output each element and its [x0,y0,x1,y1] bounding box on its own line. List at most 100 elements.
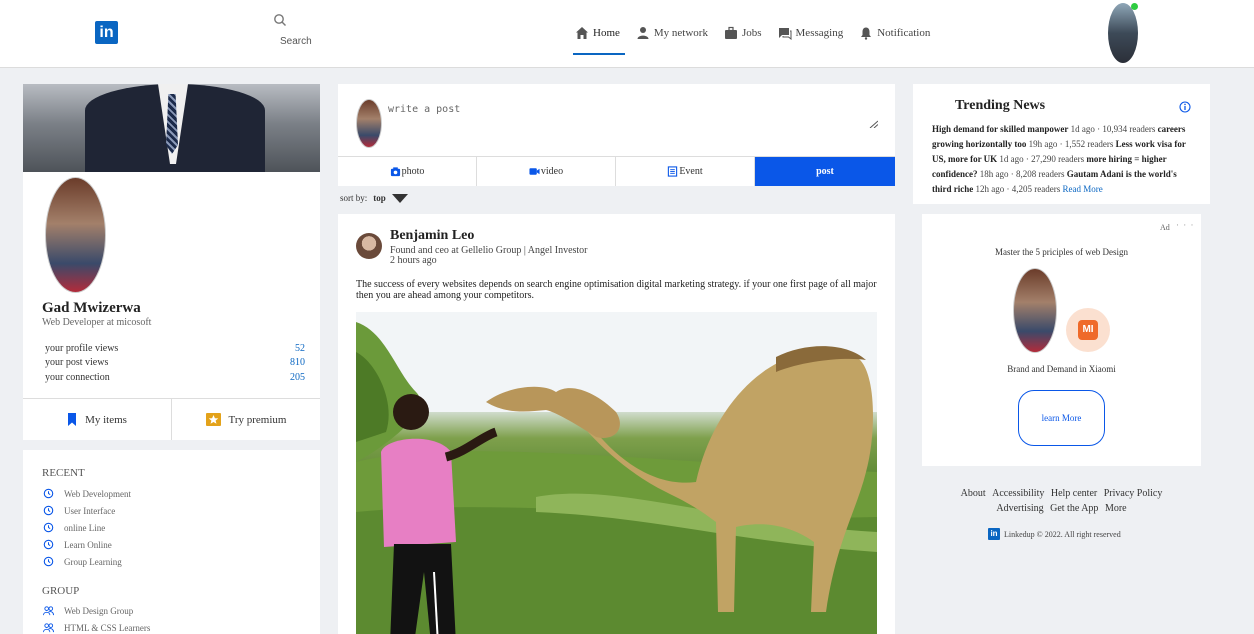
more-options-icon[interactable]: · · · [1176,220,1195,230]
footer-link-privacy-policy[interactable]: Privacy Policy [1104,488,1163,499]
copyright-text: Linkedup © 2022. All right reserved [1004,529,1121,539]
calendar-icon [668,166,678,177]
recent-item-label: online Line [64,522,106,533]
news-meta: 19h ago · 1,552 readers [1028,139,1114,149]
stat-connections[interactable]: your connection 205 [45,372,305,383]
profile-name[interactable]: Gad Mwizerwa [42,300,141,317]
stat-post-views[interactable]: your post views 810 [45,357,305,368]
profile-avatar[interactable] [45,177,106,293]
search-icon[interactable] [273,13,287,27]
linkedin-logo[interactable]: in [95,21,118,44]
video-button[interactable]: video [477,157,616,186]
news-meta: 18h ago · 8,208 readers [979,169,1065,179]
post-photo-illustration [356,312,877,634]
active-nav-indicator [573,53,625,55]
post-composer: write a post photo video Event post [338,84,895,186]
trending-news-title: Trending News [955,98,1046,113]
stat-label: your connection [45,372,110,383]
nav-home[interactable]: Home [575,22,620,44]
trending-news-card: Trending News High demand for skilled ma… [913,84,1210,204]
person-icon [637,27,649,39]
ad-label: Ad [1160,223,1170,232]
star-icon [205,413,221,426]
learn-more-button[interactable]: learn More [1018,390,1105,446]
sort-by-control[interactable]: sort by: top [340,193,408,203]
footer-link-get-app[interactable]: Get the App [1050,503,1098,514]
read-more-link[interactable]: Read More [1062,184,1102,194]
top-navbar: in Search Home My network Jobs Messaging… [0,0,1254,68]
photo-label: photo [401,166,425,177]
recent-item-label: Web Development [64,488,132,499]
sort-by-value: top [373,193,386,203]
composer-actions: photo video Event post [338,156,895,186]
briefcase-icon [724,26,737,39]
recent-item[interactable]: User Interface [43,505,115,516]
post-image[interactable] [356,312,877,634]
recent-item[interactable]: Learn Online [43,539,112,550]
footer-copyright: in Linkedup © 2022. All right reserved [988,528,1121,540]
post-button[interactable]: post [755,157,895,186]
recent-card: RECENT Web Development User Interface on… [23,450,320,634]
nav-notification[interactable]: Notification [859,22,930,44]
post-timestamp: 2 hours ago [390,255,437,266]
resize-handle-icon[interactable] [868,120,878,128]
linkedin-logo-small: in [988,528,1000,540]
feed-post: Benjamin Leo Found and ceo at Gellelio G… [338,214,895,634]
recent-item[interactable]: online Line [43,522,105,533]
ad-card: Ad · · · Master the 5 priciples of web D… [922,214,1201,466]
post-author-avatar[interactable] [356,233,382,259]
footer-link-more[interactable]: More [1105,503,1127,514]
search-input[interactable]: Search [280,36,312,47]
try-premium-button[interactable]: Try premium [171,399,320,440]
recent-item[interactable]: Group Learning [43,556,122,567]
nav-messaging[interactable]: Messaging [778,22,844,44]
photo-button[interactable]: photo [338,157,477,186]
stat-value: 205 [290,372,305,383]
chat-icon [778,28,792,40]
recent-item-label: User Interface [64,505,116,516]
footer-link-advertising[interactable]: Advertising [996,503,1043,514]
news-meta: 1d ago · 27,290 readers [999,154,1085,164]
video-icon [529,168,540,175]
nav-messaging-label: Messaging [795,27,844,39]
group-icon [43,623,54,633]
stat-profile-views[interactable]: your profile views 52 [45,343,305,354]
nav-my-network[interactable]: My network [636,22,708,44]
post-textarea[interactable]: write a post [388,104,878,115]
news-meta: 12h ago · 4,205 readers [975,184,1061,194]
stat-value: 810 [290,357,305,368]
group-item-label: HTML & CSS Learners [64,622,151,633]
trending-news-list: High demand for skilled manpower 1d ago … [932,122,1198,197]
stat-value: 52 [295,343,305,354]
footer-link-about[interactable]: About [961,488,986,499]
history-icon [43,522,54,533]
my-items-button[interactable]: My items [23,399,171,440]
home-icon [576,27,588,39]
bookmark-icon [68,413,77,426]
group-item[interactable]: HTML & CSS Learners [43,622,150,633]
info-icon[interactable] [1179,101,1191,113]
group-heading: GROUP [42,585,80,597]
nav-jobs[interactable]: Jobs [724,22,762,44]
nav-jobs-label: Jobs [741,27,762,39]
recent-heading: RECENT [42,467,85,479]
history-icon [43,505,54,516]
event-button[interactable]: Event [616,157,755,186]
my-items-label: My items [85,413,127,426]
recent-item[interactable]: Web Development [43,488,131,499]
history-icon [43,539,54,550]
history-icon [43,488,54,499]
video-label: video [540,166,564,177]
footer-link-accessibility[interactable]: Accessibility [992,488,1044,499]
post-author-name[interactable]: Benjamin Leo [390,228,474,244]
group-icon [43,606,54,616]
nav-home-label: Home [593,27,620,39]
footer-link-help-center[interactable]: Help center [1051,488,1097,499]
profile-card: Gad Mwizerwa Web Developer at micosoft y… [23,84,320,440]
recent-item-label: Group Learning [64,556,122,567]
caret-down-icon[interactable] [391,193,408,203]
news-meta: 1d ago · 10,934 readers [1070,124,1156,134]
news-headline[interactable]: High demand for skilled manpower [932,124,1068,134]
me-avatar[interactable] [1108,3,1138,63]
group-item[interactable]: Web Design Group [43,605,133,616]
